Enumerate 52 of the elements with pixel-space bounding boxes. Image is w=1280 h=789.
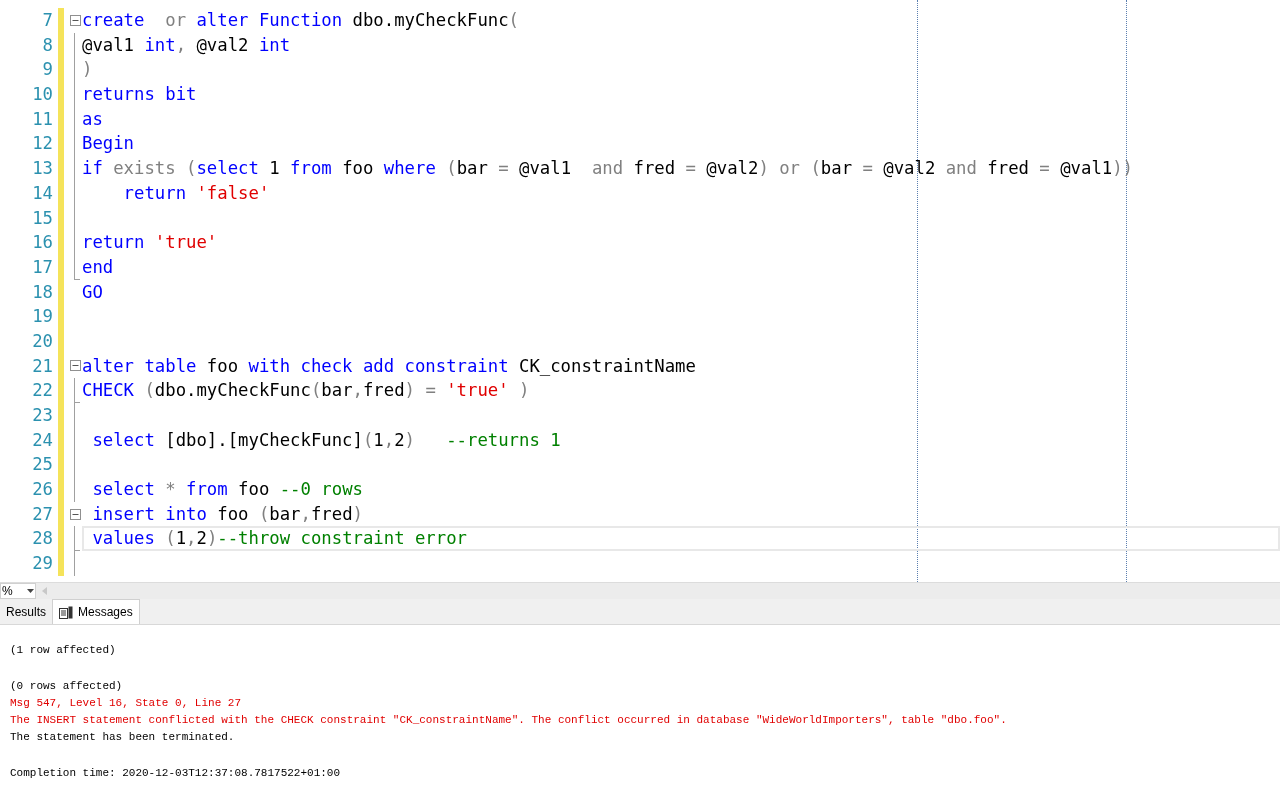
code-line: end bbox=[82, 256, 114, 277]
line-number: 25 bbox=[31, 453, 54, 477]
line-number: 10 bbox=[31, 83, 54, 107]
zoom-dropdown[interactable]: % bbox=[0, 583, 36, 599]
message-line: The statement has been terminated. bbox=[10, 730, 235, 745]
line-number: 18 bbox=[31, 280, 54, 304]
code-line: CHECK (dbo.myCheckFunc(bar,fred) = 'true' ) bbox=[82, 380, 530, 401]
line-number: 14 bbox=[31, 181, 54, 205]
line-number: 15 bbox=[31, 206, 54, 230]
line-number: 9 bbox=[41, 58, 54, 82]
code-line: ) bbox=[82, 59, 93, 80]
collapse-icon[interactable] bbox=[69, 508, 81, 520]
code-line: as bbox=[82, 108, 103, 129]
line-number: 28 bbox=[31, 527, 54, 551]
line-number: 24 bbox=[31, 428, 54, 452]
collapse-icon[interactable] bbox=[69, 360, 81, 372]
line-number: 8 bbox=[41, 33, 54, 57]
line-number: 23 bbox=[31, 404, 54, 427]
line-number: 13 bbox=[31, 157, 54, 181]
line-number: 22 bbox=[31, 379, 54, 403]
message-line: Completion time: 2020-12-03T12:37:08.7817522+01:00 bbox=[10, 766, 341, 781]
code-line: GO bbox=[82, 281, 103, 302]
code-line: insert into foo (bar,fred) bbox=[91, 503, 363, 524]
line-number: 26 bbox=[31, 478, 54, 502]
code-line: create or alter Function dbo.myCheckFunc( bbox=[82, 10, 519, 30]
line-number: 27 bbox=[31, 502, 54, 526]
code-line: if exists (select 1 from foo where (bar = @val1 and fred = @val2) or (bar = @val2 and fred = @val1)) bbox=[82, 158, 1134, 179]
error-message: Msg 547, Level 16, State 0, Line 27 bbox=[10, 696, 242, 711]
line-number: 12 bbox=[31, 132, 54, 156]
line-number: 16 bbox=[31, 231, 54, 255]
caret-icon bbox=[27, 589, 34, 593]
line-number: 21 bbox=[31, 354, 54, 378]
code-line: return 'true' bbox=[82, 232, 218, 253]
line-number: 17 bbox=[31, 255, 54, 279]
collapse-icon[interactable] bbox=[69, 14, 81, 26]
line-number: 11 bbox=[31, 107, 54, 131]
code-line: returns bit bbox=[82, 84, 197, 105]
line-number: 19 bbox=[31, 305, 54, 329]
message-line: (0 rows affected) bbox=[10, 679, 123, 694]
line-number: 29 bbox=[31, 552, 54, 576]
code-line: Begin bbox=[82, 133, 135, 154]
code-line: select [dbo].[myCheckFunc](1,2) --returns 1 bbox=[91, 429, 561, 450]
message-line: (1 row affected) bbox=[10, 643, 116, 658]
line-number: 7 bbox=[41, 9, 54, 32]
results-tab[interactable]: Messages bbox=[52, 599, 140, 624]
code-line: return 'false' bbox=[122, 182, 270, 203]
code-line: select * from foo --0 rows bbox=[91, 479, 363, 500]
line-number: 20 bbox=[31, 329, 54, 353]
code-line: @val1 int, @val2 int bbox=[82, 34, 291, 55]
code-line: alter table foo with check add constraint CK_constraintName bbox=[82, 355, 696, 376]
code-line: values (1,2)--throw constraint error bbox=[91, 528, 467, 549]
error-message: The INSERT statement conflicted with the CHECK constraint "CK_constraintName". The conflict occurred in database "WideWorldImporters", table "dbo.foo". bbox=[10, 713, 1007, 728]
